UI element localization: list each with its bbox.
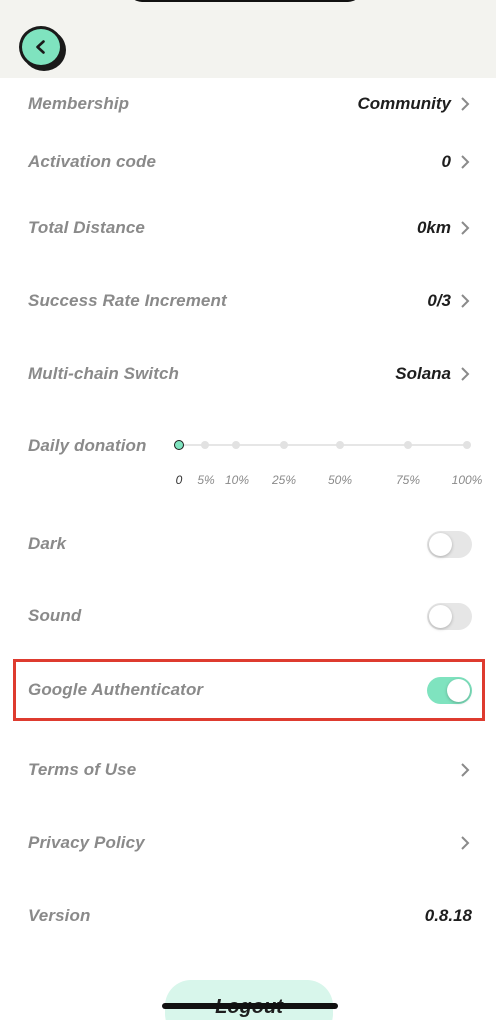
- slider-tick-label: 5%: [197, 473, 215, 487]
- membership-row[interactable]: Membership Community: [28, 84, 472, 124]
- multichain-value: Solana: [395, 364, 451, 383]
- toggle-knob: [447, 678, 470, 702]
- total-distance-label: Total Distance: [28, 218, 145, 237]
- chevron-left-icon: [36, 40, 45, 54]
- google-authenticator-label: Google Authenticator: [28, 680, 204, 699]
- sound-label: Sound: [28, 606, 82, 625]
- dark-row: Dark: [28, 524, 472, 564]
- slider-stop[interactable]: [463, 441, 471, 449]
- chevron-right-icon: [461, 763, 470, 777]
- daily-donation-slider[interactable]: 0 5% 10% 25% 50% 75% 100%: [174, 436, 482, 496]
- slider-track: [179, 444, 468, 446]
- google-authenticator-row: Google Authenticator: [28, 670, 472, 710]
- activation-code-row[interactable]: Activation code 0: [28, 142, 472, 182]
- slider-stop[interactable]: [174, 440, 184, 450]
- slider-stop[interactable]: [201, 441, 209, 449]
- chevron-right-icon: [461, 836, 470, 850]
- slider-tick-label: 75%: [395, 473, 421, 487]
- slider-tick-label: 0: [175, 473, 183, 487]
- slider-stop[interactable]: [280, 441, 288, 449]
- privacy-policy-label: Privacy Policy: [28, 833, 145, 852]
- daily-donation-row: Daily donation: [28, 426, 168, 466]
- membership-label: Membership: [28, 94, 130, 113]
- terms-of-use-row[interactable]: Terms of Use: [28, 750, 472, 790]
- dark-toggle[interactable]: [427, 530, 472, 558]
- version-row: Version 0.8.18: [28, 896, 472, 936]
- version-value: 0.8.18: [424, 906, 472, 925]
- device-notch: [128, 0, 362, 2]
- success-rate-value: 0/3: [427, 291, 451, 310]
- home-indicator: [162, 1003, 338, 1009]
- daily-donation-label: Daily donation: [28, 436, 147, 455]
- activation-code-value: 0: [441, 152, 451, 171]
- chevron-right-icon: [461, 221, 470, 235]
- slider-tick-label: 50%: [327, 473, 353, 487]
- terms-of-use-label: Terms of Use: [28, 760, 137, 779]
- toggle-knob: [429, 604, 452, 628]
- sound-toggle[interactable]: [427, 602, 472, 630]
- privacy-policy-row[interactable]: Privacy Policy: [28, 823, 472, 863]
- google-authenticator-toggle[interactable]: [427, 676, 472, 704]
- success-rate-label: Success Rate Increment: [28, 291, 227, 310]
- total-distance-value: 0km: [416, 218, 451, 237]
- version-label: Version: [28, 906, 91, 925]
- chevron-right-icon: [461, 367, 470, 381]
- dark-label: Dark: [28, 534, 67, 553]
- chevron-right-icon: [461, 97, 470, 111]
- membership-value: Community: [357, 94, 452, 113]
- activation-code-label: Activation code: [28, 152, 157, 171]
- toggle-knob: [429, 532, 452, 556]
- slider-stop[interactable]: [232, 441, 240, 449]
- chevron-right-icon: [461, 155, 470, 169]
- slider-stop[interactable]: [336, 441, 344, 449]
- slider-tick-label: 25%: [271, 473, 297, 487]
- slider-stop[interactable]: [404, 441, 412, 449]
- logout-button[interactable]: Logout: [165, 980, 333, 1020]
- slider-tick-label: 10%: [224, 473, 250, 487]
- slider-tick-label: 100%: [451, 473, 483, 487]
- chevron-right-icon: [461, 294, 470, 308]
- total-distance-row[interactable]: Total Distance 0km: [28, 208, 472, 248]
- back-button[interactable]: [19, 26, 63, 68]
- multichain-row[interactable]: Multi-chain Switch Solana: [28, 354, 472, 394]
- multichain-label: Multi-chain Switch: [28, 364, 180, 383]
- success-rate-row[interactable]: Success Rate Increment 0/3: [28, 281, 472, 321]
- sound-row: Sound: [28, 596, 472, 636]
- top-bar: [0, 0, 496, 78]
